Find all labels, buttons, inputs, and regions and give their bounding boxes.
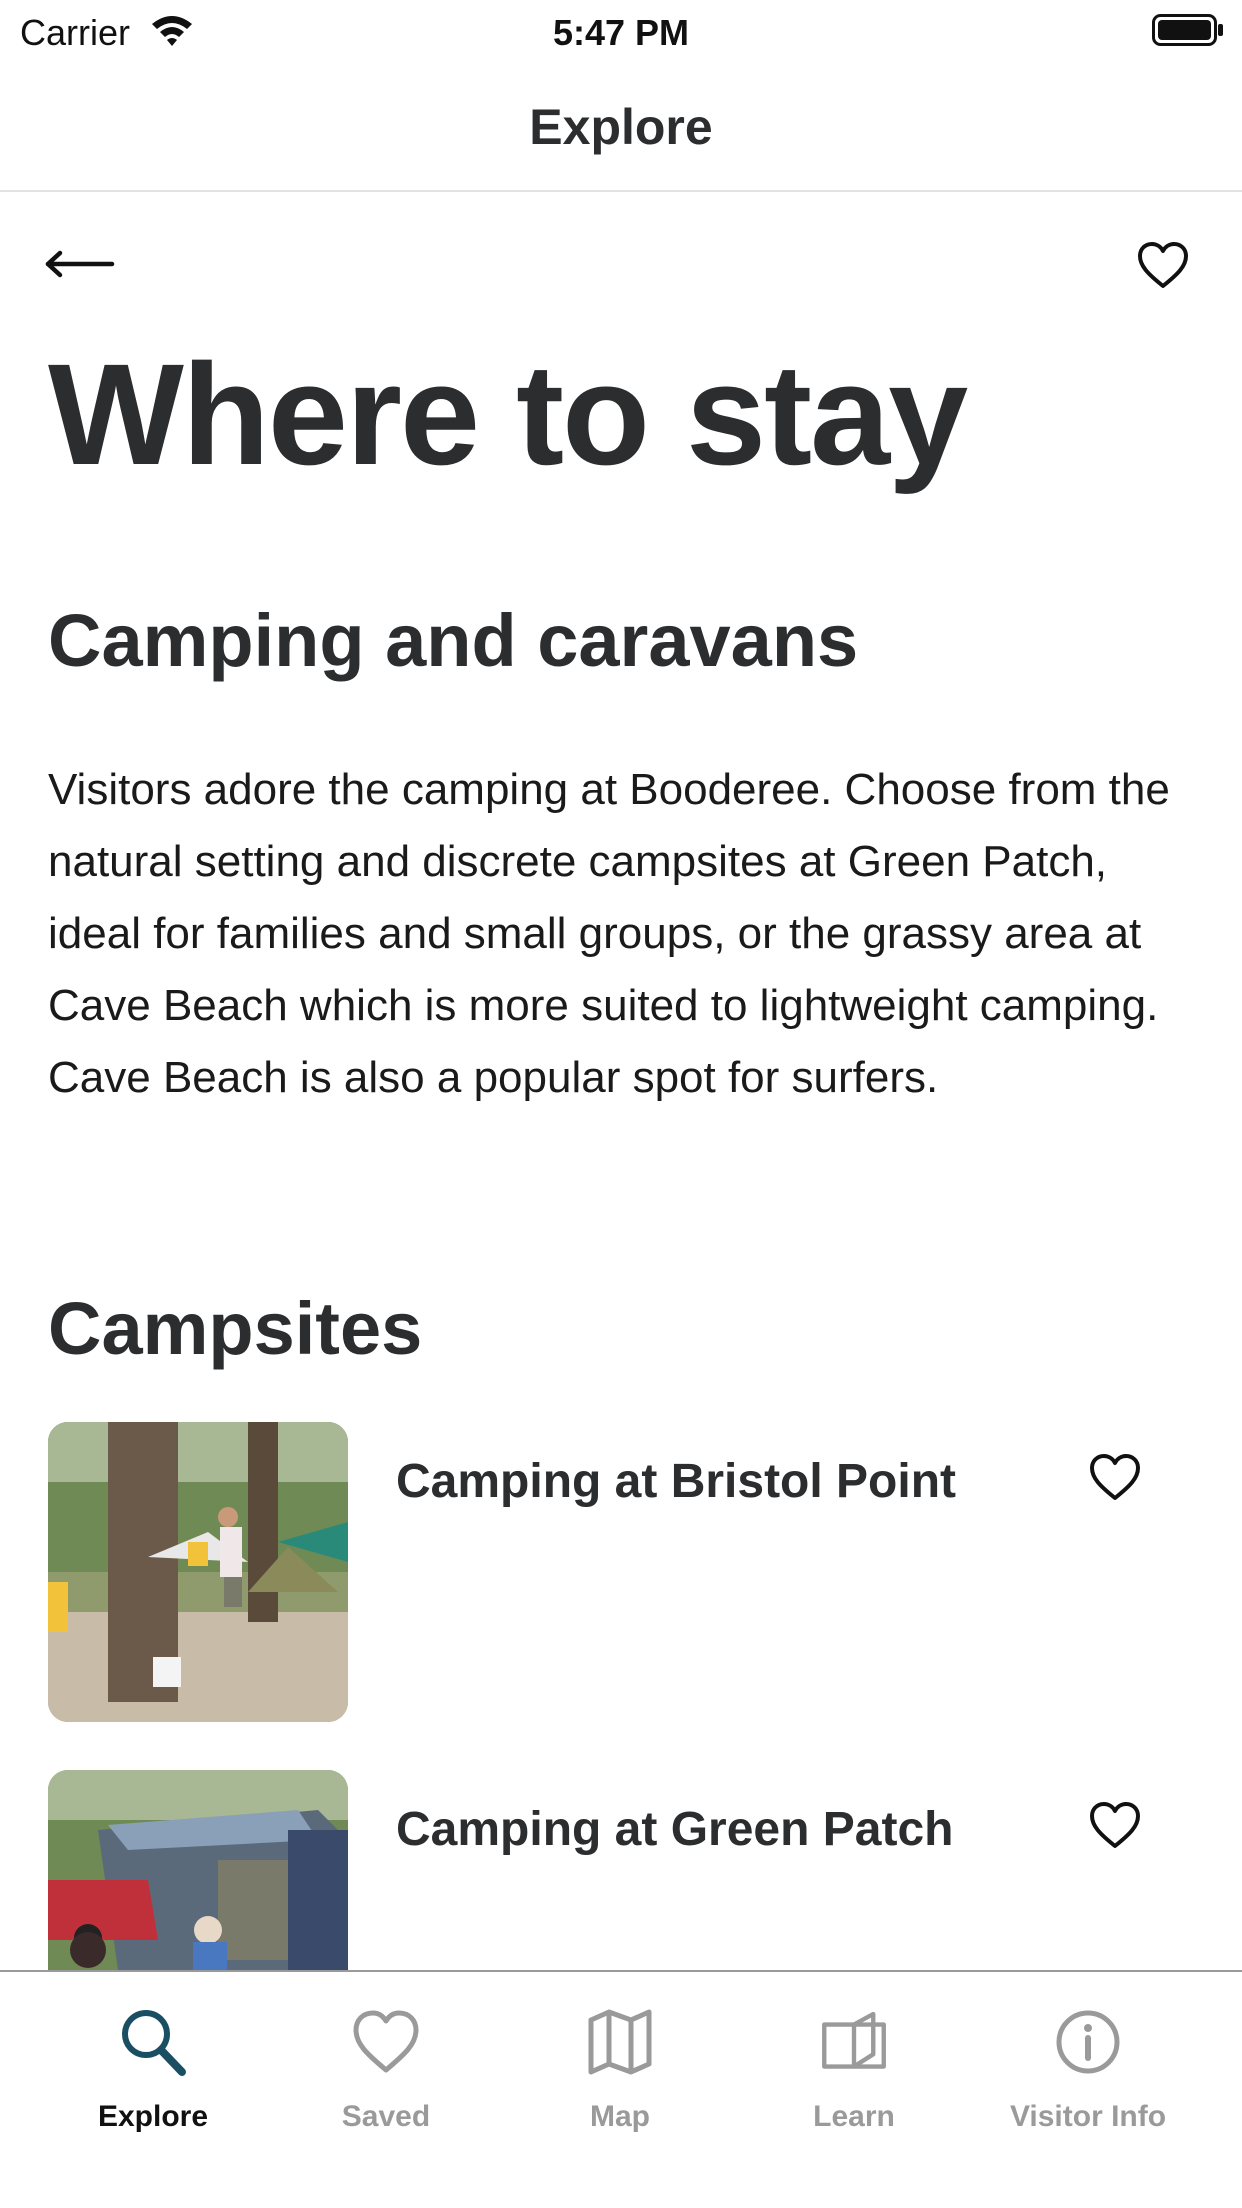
tab-saved[interactable]: Saved [269,1972,503,2208]
favorite-heart-icon[interactable] [1136,240,1190,290]
info-icon [1056,2010,1120,2074]
campsite-photo [48,1770,348,1970]
campsite-photo [48,1422,348,1722]
campsite-card[interactable]: Camping at Bristol Point [0,1422,1242,1722]
tab-label: Map [590,2100,650,2133]
tab-visitor-info[interactable]: Visitor Info [971,1972,1205,2208]
tab-label: Saved [341,2100,431,2133]
main-content[interactable]: Where to stay Camping and caravans Visit… [0,192,1242,1970]
battery-icon [1152,14,1223,46]
tab-map[interactable]: Map [503,1972,737,2208]
campsite-card[interactable]: Camping at Green Patch [0,1770,1242,1970]
favorite-heart-icon[interactable] [1088,1800,1142,1850]
page-title: Where to stay [48,334,968,495]
tab-label: Learn [813,2100,895,2133]
status-bar: Carrier 5:47 PM [0,0,1242,62]
map-icon [588,2009,652,2075]
tab-bar: Explore Saved Map Learn Visitor Info [0,1970,1242,2208]
back-arrow-icon[interactable] [44,244,116,284]
tab-explore[interactable]: Explore [36,1972,270,2208]
favorite-heart-icon[interactable] [1088,1452,1142,1502]
tab-label: Explore [97,2100,209,2133]
section-description: Visitors adore the camping at Booderee. … [48,765,1170,1102]
campsites-heading: Campsites [48,1287,423,1370]
nav-title: Explore [529,99,713,155]
tab-learn[interactable]: Learn [737,1972,971,2208]
clock: 5:47 PM [552,12,690,53]
navigation-bar: Explore [0,62,1242,192]
campsite-title: Camping at Green Patch [396,1803,954,1856]
section-title: Camping and caravans [48,599,859,682]
search-icon [122,2010,186,2076]
campsite-title: Camping at Bristol Point [396,1455,957,1508]
book-icon [822,2011,886,2069]
tab-label: Visitor Info [1009,2100,1167,2133]
heart-icon [353,2010,419,2073]
